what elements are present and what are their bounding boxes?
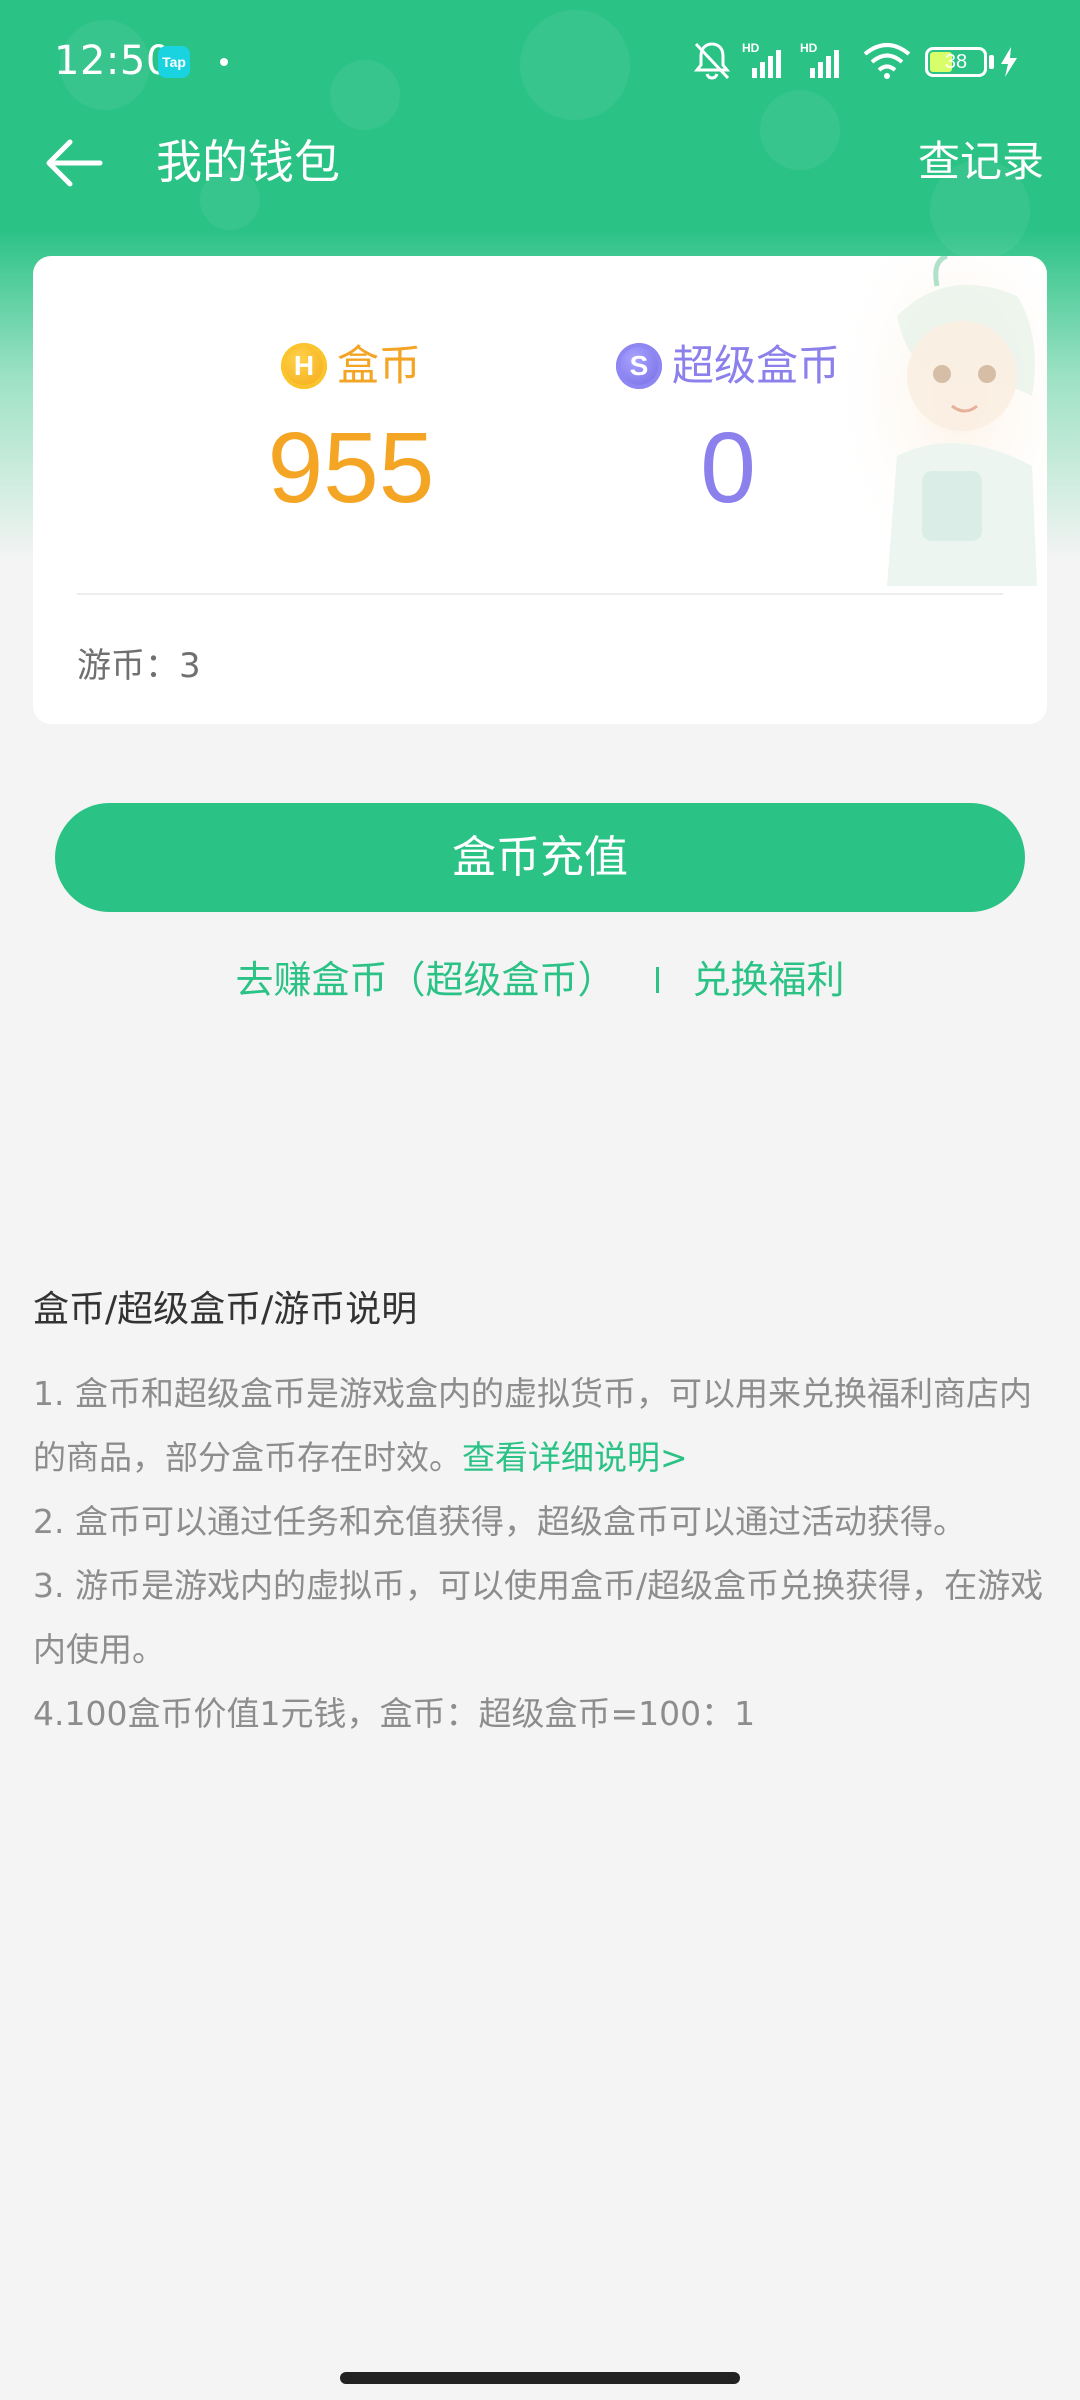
card-divider	[77, 593, 1003, 595]
action-links: 去赚盒币（超级盒币） 兑换福利	[0, 950, 1080, 1010]
explanation-body: 1. 盒币和超级盒币是游戏盒内的虚拟货币，可以用来兑换福利商店内的商品，部分盒币…	[33, 1362, 1053, 1746]
battery-level: 38	[944, 51, 968, 73]
explanation-line-3: 3. 游币是游戏内的虚拟币，可以使用盒币/超级盒币兑换获得，在游戏内使用。	[33, 1566, 1044, 1669]
explanation-line-1: 1. 盒币和超级盒币是游戏盒内的虚拟货币，可以用来兑换福利商店内的商品，部分盒币…	[33, 1374, 1032, 1477]
earn-coins-link[interactable]: 去赚盒币（超级盒币）	[235, 950, 615, 1010]
notification-dot	[220, 58, 228, 66]
link-separator	[655, 967, 659, 993]
wifi-icon	[863, 43, 911, 79]
mute-bell-icon	[693, 42, 731, 80]
records-button[interactable]: 查记录	[918, 130, 1044, 194]
super-coin-icon: S	[615, 343, 662, 389]
status-time: 12:50	[54, 38, 172, 84]
exchange-benefits-link[interactable]: 兑换福利	[693, 950, 845, 1010]
signal-hd-1-icon: HD	[742, 41, 781, 78]
gold-coin-value: 955	[267, 412, 435, 524]
svg-text:HD: HD	[800, 41, 818, 55]
signal-hd-2-icon: HD	[800, 41, 839, 78]
super-coin-balance: S 超级盒币 0	[528, 338, 928, 528]
wallet-balance-card: H 盒币 955 S 超级盒币 0 游币：3	[33, 256, 1047, 724]
battery-icon: 38	[925, 47, 987, 77]
explanation-line-4: 4.100盒币价值1元钱，盒币：超级盒币=100：1	[33, 1694, 756, 1733]
gold-coin-icon: H	[280, 343, 327, 389]
svg-text:HD: HD	[742, 41, 760, 55]
status-bar: 12:50 Tap HD HD 38	[0, 0, 1080, 125]
back-arrow-icon[interactable]	[40, 128, 110, 198]
super-coin-value: 0	[700, 412, 756, 524]
home-indicator[interactable]	[340, 2372, 740, 2384]
charging-icon	[1001, 47, 1017, 77]
tap-app-icon: Tap	[158, 46, 190, 78]
page-title: 我的钱包	[156, 135, 340, 189]
recharge-button[interactable]: 盒币充值	[55, 803, 1025, 912]
explanation-title: 盒币/超级盒币/游币说明	[33, 1289, 418, 1330]
gold-coin-balance: H 盒币 955	[151, 338, 551, 528]
view-details-link[interactable]: 查看详细说明>	[462, 1438, 688, 1477]
super-coin-label: 超级盒币	[671, 341, 840, 390]
gold-coin-label: 盒币	[336, 341, 421, 390]
explanation-line-2: 2. 盒币可以通过任务和充值获得，超级盒币可以通过活动获得。	[33, 1502, 966, 1541]
game-coin-balance: 游币：3	[77, 646, 201, 686]
